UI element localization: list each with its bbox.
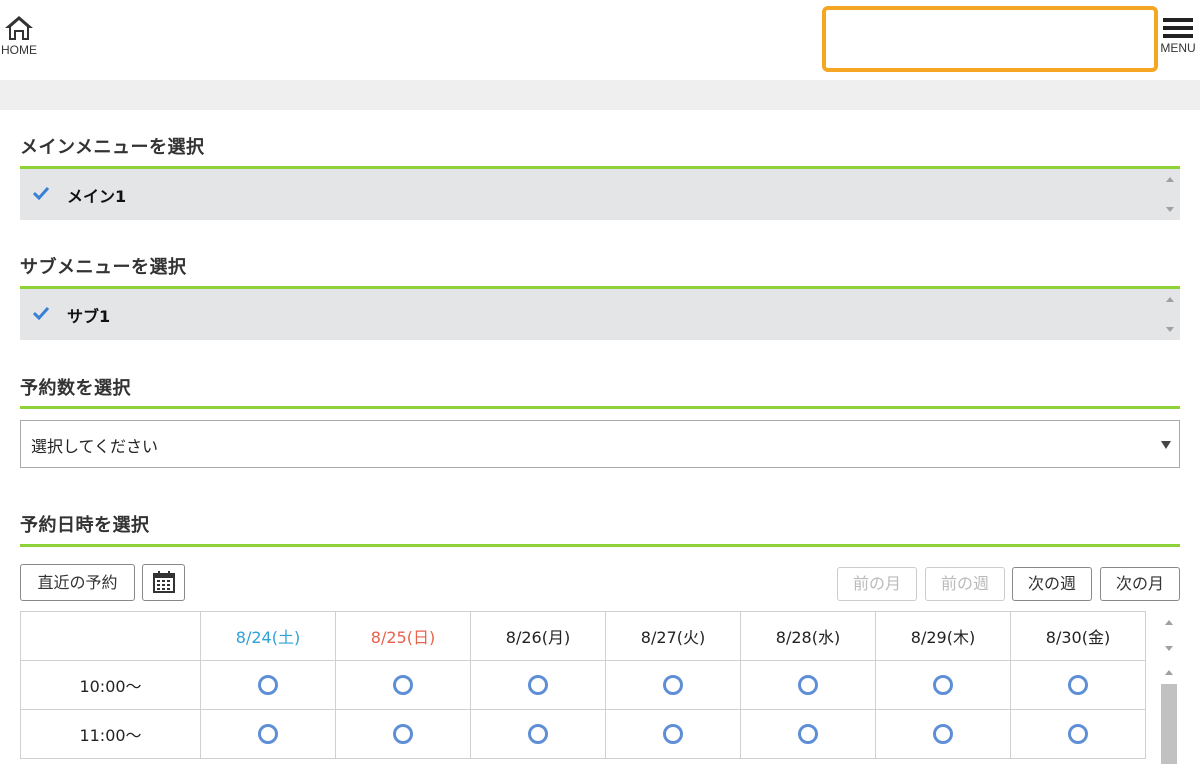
available-circle-icon[interactable]: [933, 724, 953, 745]
day-header: 8/27(火): [605, 611, 741, 661]
available-circle-icon[interactable]: [528, 724, 548, 745]
available-circle-icon[interactable]: [798, 724, 818, 745]
calendar-icon: [152, 571, 175, 593]
time-label: 10:00〜: [20, 660, 201, 710]
time-row: 11:00〜: [20, 709, 1146, 759]
slot-cell[interactable]: [200, 709, 336, 759]
main-menu-select[interactable]: メイン1: [20, 169, 1180, 220]
hamburger-icon: [1158, 18, 1198, 38]
day-header: 8/29(木): [875, 611, 1011, 661]
calendar-header-row: 8/24(土) 8/25(日) 8/26(月) 8/27(火) 8/28(水) 8/29(…: [20, 611, 1146, 661]
next-month-button[interactable]: 次の月: [1100, 567, 1180, 601]
available-circle-icon[interactable]: [528, 675, 548, 696]
slot-cell[interactable]: [335, 660, 471, 710]
time-label: 11:00〜: [20, 709, 201, 759]
prev-month-button[interactable]: 前の月: [837, 567, 917, 601]
scroll-down-icon[interactable]: [1166, 207, 1174, 212]
prev-week-button[interactable]: 前の週: [925, 567, 1005, 601]
home-icon: [5, 16, 33, 40]
scroll-up-icon[interactable]: [1165, 670, 1173, 675]
available-circle-icon[interactable]: [258, 675, 278, 696]
slot-cell[interactable]: [740, 709, 876, 759]
available-circle-icon[interactable]: [393, 724, 413, 745]
count-title: 予約数を選択: [20, 378, 131, 399]
day-header: 8/25(日): [335, 611, 471, 661]
calendar-button[interactable]: [142, 564, 185, 601]
scroll-up-icon[interactable]: [1166, 177, 1174, 182]
scroll-up-icon[interactable]: [1166, 297, 1174, 302]
slot-cell[interactable]: [470, 660, 606, 710]
sub-menu-select[interactable]: サブ1: [20, 289, 1180, 340]
sub-menu-title: サブメニューを選択: [20, 257, 187, 278]
day-header: 8/30(金): [1010, 611, 1146, 661]
datetime-title: 予約日時を選択: [20, 515, 150, 536]
check-icon: [33, 186, 49, 200]
available-circle-icon[interactable]: [258, 724, 278, 745]
available-circle-icon[interactable]: [663, 675, 683, 696]
day-header: 8/28(水): [740, 611, 876, 661]
slot-cell[interactable]: [470, 709, 606, 759]
reservation-calendar: 8/24(土) 8/25(日) 8/26(月) 8/27(火) 8/28(水) 8/29(…: [20, 611, 1146, 764]
calendar-table: 8/24(土) 8/25(日) 8/26(月) 8/27(火) 8/28(水) 8/29(…: [20, 611, 1146, 759]
next-week-button[interactable]: 次の週: [1012, 567, 1092, 601]
available-circle-icon[interactable]: [663, 724, 683, 745]
home-label: HOME: [1, 43, 37, 57]
header: HOME MENU: [0, 0, 1200, 80]
sub-menu-selected: サブ1: [67, 307, 111, 326]
time-row: 10:00〜: [20, 660, 1146, 710]
day-header: 8/24(土): [200, 611, 336, 661]
slot-cell[interactable]: [605, 660, 741, 710]
slot-cell[interactable]: [605, 709, 741, 759]
slot-cell[interactable]: [1010, 660, 1146, 710]
slot-cell[interactable]: [335, 709, 471, 759]
search-box[interactable]: [822, 6, 1158, 72]
available-circle-icon[interactable]: [933, 675, 953, 696]
datetime-divider: [20, 544, 1180, 547]
menu-label: MENU: [1160, 41, 1196, 55]
available-circle-icon[interactable]: [393, 675, 413, 696]
check-icon: [33, 306, 49, 320]
calendar-corner-cell: [20, 611, 201, 661]
home-button[interactable]: HOME: [0, 14, 38, 62]
available-circle-icon[interactable]: [798, 675, 818, 696]
slot-cell[interactable]: [200, 660, 336, 710]
slot-cell[interactable]: [1010, 709, 1146, 759]
scroll-down-icon[interactable]: [1166, 327, 1174, 332]
menu-button[interactable]: MENU: [1158, 18, 1198, 60]
recent-reservation-button[interactable]: 直近の予約: [20, 564, 135, 601]
day-header: 8/26(月): [470, 611, 606, 661]
main-menu-selected: メイン1: [67, 187, 127, 206]
main-menu-title: メインメニューを選択: [20, 137, 205, 158]
slot-cell[interactable]: [740, 660, 876, 710]
caret-down-icon: [1161, 441, 1171, 449]
available-circle-icon[interactable]: [1068, 724, 1088, 745]
count-select[interactable]: 選択してください: [20, 420, 1180, 468]
scroll-up-icon[interactable]: [1165, 620, 1173, 625]
slot-cell[interactable]: [875, 709, 1011, 759]
header-band: [0, 80, 1200, 110]
available-circle-icon[interactable]: [1068, 675, 1088, 696]
calendar-scrollbar[interactable]: [1160, 612, 1178, 764]
slot-cell[interactable]: [875, 660, 1011, 710]
scroll-down-icon[interactable]: [1165, 646, 1173, 651]
count-divider: [20, 406, 1180, 409]
count-select-value: 選択してください: [31, 437, 159, 456]
scroll-thumb[interactable]: [1161, 684, 1177, 764]
